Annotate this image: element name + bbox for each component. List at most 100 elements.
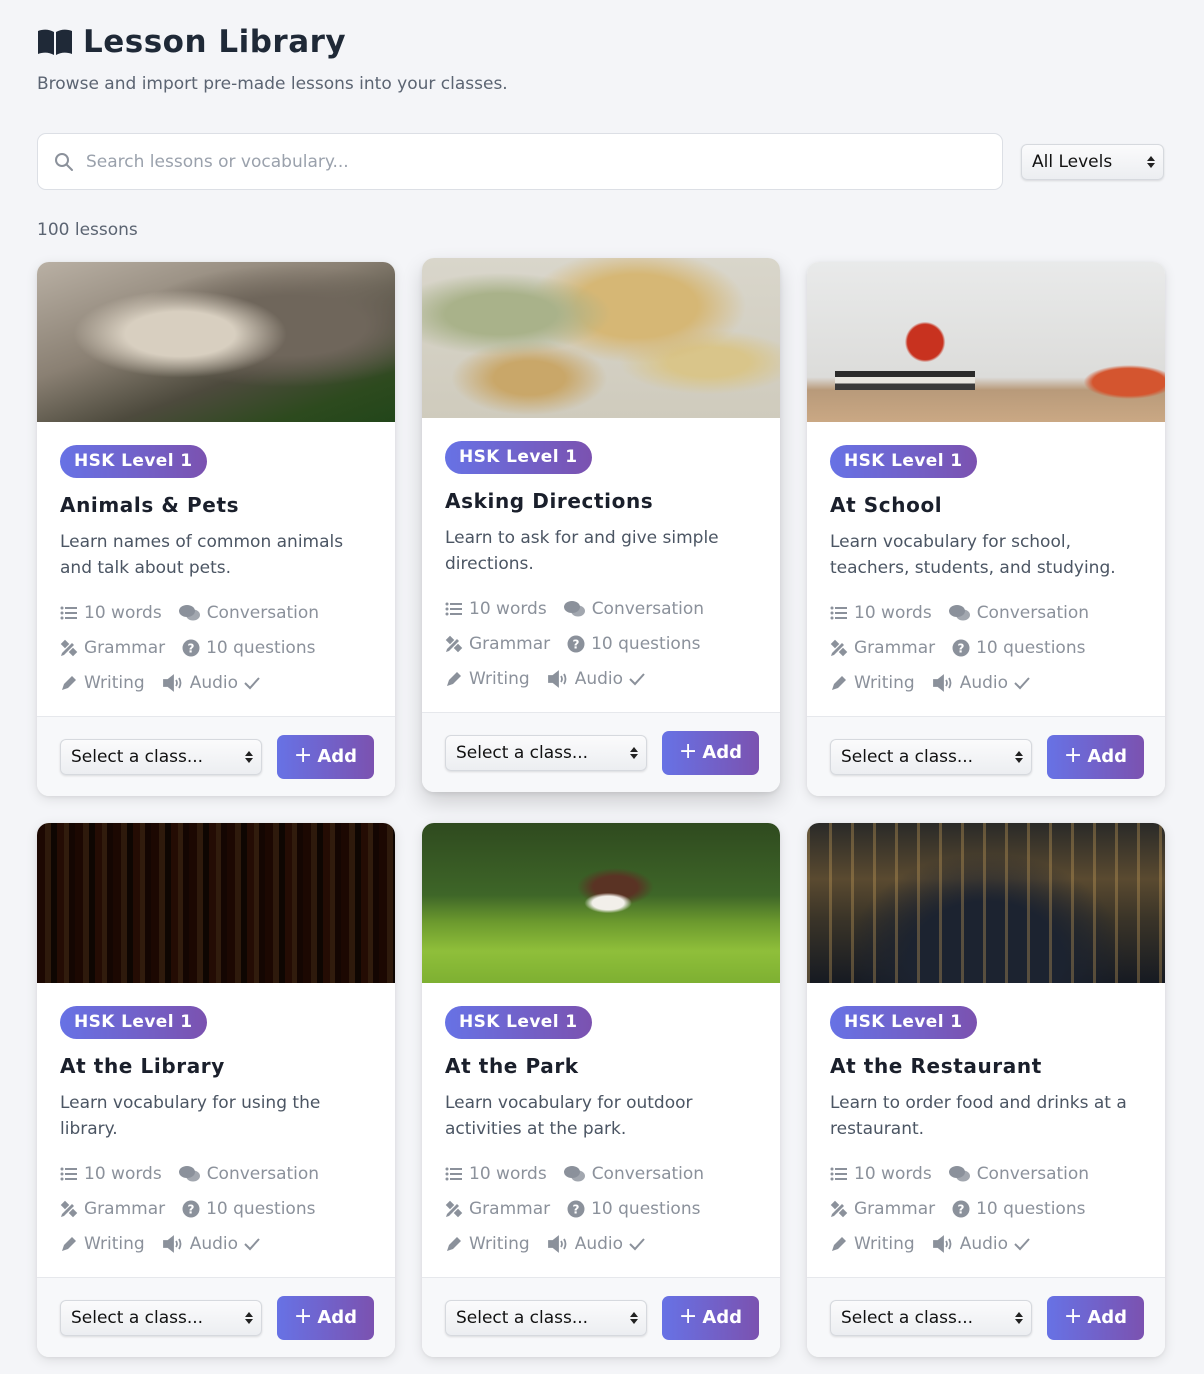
class-select[interactable]: Select a class... bbox=[830, 1299, 1032, 1336]
audio-feature: Audio bbox=[932, 1234, 1030, 1254]
audio-feature: Audio bbox=[932, 673, 1030, 693]
writing-feature: Writing bbox=[60, 1234, 145, 1254]
lesson-description: Learn to ask for and give simple directi… bbox=[445, 528, 719, 574]
pencil-ruler-icon bbox=[60, 1200, 78, 1218]
words-feature: 10 words bbox=[445, 1164, 547, 1184]
questions-feature: ? 10 questions bbox=[567, 634, 700, 654]
add-button[interactable]: + Add bbox=[1047, 734, 1144, 779]
words-feature: 10 words bbox=[60, 1164, 162, 1184]
lesson-features: 10 words Conversation Grammar ? 10 questi… bbox=[445, 597, 757, 691]
lesson-description: Learn vocabulary for using the library. bbox=[60, 1093, 321, 1139]
select-arrows-icon bbox=[245, 750, 253, 763]
questions-feature: ? 10 questions bbox=[182, 638, 315, 658]
lesson-title: At School bbox=[830, 493, 943, 517]
writing-feature: Writing bbox=[60, 673, 145, 693]
list-icon bbox=[60, 1167, 77, 1181]
writing-feature: Writing bbox=[445, 669, 530, 689]
class-select[interactable]: Select a class... bbox=[445, 734, 647, 771]
add-button[interactable]: + Add bbox=[662, 730, 759, 775]
lesson-description: Learn vocabulary for school, teachers, s… bbox=[830, 532, 1116, 578]
check-icon bbox=[244, 677, 260, 690]
writing-feature: Writing bbox=[830, 1234, 915, 1254]
pen-icon bbox=[832, 1237, 846, 1251]
select-arrows-icon bbox=[1147, 156, 1155, 168]
plus-icon: + bbox=[293, 742, 313, 768]
class-select[interactable]: Select a class... bbox=[445, 1299, 647, 1336]
chat-icon bbox=[563, 1166, 585, 1182]
lesson-thumbnail bbox=[422, 823, 780, 983]
chat-icon bbox=[948, 605, 970, 621]
select-arrows-icon bbox=[1015, 1311, 1023, 1324]
questions-feature: ? 10 questions bbox=[567, 1199, 700, 1219]
add-button[interactable]: + Add bbox=[1047, 1295, 1144, 1340]
level-badge: HSK Level 1 bbox=[60, 445, 207, 478]
level-badge: HSK Level 1 bbox=[830, 1006, 977, 1039]
words-feature: 10 words bbox=[830, 603, 932, 623]
conversation-feature: Conversation bbox=[178, 603, 319, 623]
pen-icon bbox=[62, 676, 76, 690]
grammar-feature: Grammar bbox=[60, 1199, 165, 1219]
add-button[interactable]: + Add bbox=[662, 1295, 759, 1340]
class-select[interactable]: Select a class... bbox=[60, 1299, 262, 1336]
check-icon bbox=[244, 1238, 260, 1251]
check-icon bbox=[1014, 677, 1030, 690]
audio-feature: Audio bbox=[547, 1234, 645, 1254]
add-button[interactable]: + Add bbox=[277, 1295, 374, 1340]
grammar-feature: Grammar bbox=[445, 634, 550, 654]
svg-text:?: ? bbox=[573, 638, 580, 652]
svg-text:?: ? bbox=[188, 642, 195, 656]
pen-icon bbox=[62, 1237, 76, 1251]
plus-icon: + bbox=[1063, 1303, 1083, 1329]
pencil-ruler-icon bbox=[445, 635, 463, 653]
lesson-title: At the Library bbox=[60, 1054, 225, 1078]
title-row: Lesson Library bbox=[37, 24, 508, 60]
lesson-card[interactable]: HSK Level 1 At the Library Learn vocabul… bbox=[37, 823, 395, 1357]
audio-feature: Audio bbox=[162, 673, 260, 693]
lesson-thumbnail bbox=[807, 262, 1165, 422]
class-select[interactable]: Select a class... bbox=[60, 738, 262, 775]
words-feature: 10 words bbox=[60, 603, 162, 623]
lesson-title: At the Park bbox=[445, 1054, 579, 1078]
list-icon bbox=[60, 606, 77, 620]
search-box[interactable] bbox=[37, 133, 1003, 190]
list-icon bbox=[445, 1167, 462, 1181]
list-icon bbox=[445, 602, 462, 616]
lesson-card[interactable]: HSK Level 1 Animals & Pets Learn names o… bbox=[37, 262, 395, 796]
plus-icon: + bbox=[293, 1303, 313, 1329]
add-button[interactable]: + Add bbox=[277, 734, 374, 779]
lesson-card[interactable]: HSK Level 1 Asking Directions Learn to a… bbox=[422, 258, 780, 792]
lesson-count: 100 lessons bbox=[37, 220, 138, 240]
audio-feature: Audio bbox=[547, 669, 645, 689]
page-header: Lesson Library Browse and import pre-mad… bbox=[37, 24, 508, 94]
grammar-feature: Grammar bbox=[830, 1199, 935, 1219]
card-footer: Select a class... + Add bbox=[807, 716, 1165, 796]
class-select[interactable]: Select a class... bbox=[830, 738, 1032, 775]
search-input[interactable] bbox=[86, 151, 966, 172]
lesson-features: 10 words Conversation Grammar ? 10 questi… bbox=[830, 1162, 1142, 1256]
conversation-feature: Conversation bbox=[178, 1164, 319, 1184]
lesson-features: 10 words Conversation Grammar ? 10 questi… bbox=[830, 601, 1142, 695]
questions-feature: ? 10 questions bbox=[182, 1199, 315, 1219]
svg-text:?: ? bbox=[188, 1203, 195, 1217]
lesson-card[interactable]: HSK Level 1 At the Park Learn vocabulary… bbox=[422, 823, 780, 1357]
speaker-icon bbox=[162, 674, 182, 692]
lesson-card[interactable]: HSK Level 1 At School Learn vocabulary f… bbox=[807, 262, 1165, 796]
card-footer: Select a class... + Add bbox=[807, 1277, 1165, 1357]
level-badge: HSK Level 1 bbox=[830, 445, 977, 478]
conversation-feature: Conversation bbox=[563, 1164, 704, 1184]
level-filter-select[interactable]: All Levels bbox=[1021, 144, 1164, 180]
question-circle-icon: ? bbox=[182, 639, 200, 657]
page-subtitle: Browse and import pre-made lessons into … bbox=[37, 74, 508, 94]
card-footer: Select a class... + Add bbox=[422, 712, 780, 792]
select-arrows-icon bbox=[630, 746, 638, 759]
chat-icon bbox=[948, 1166, 970, 1182]
page-title: Lesson Library bbox=[83, 24, 347, 60]
lesson-card[interactable]: HSK Level 1 At the Restaurant Learn to o… bbox=[807, 823, 1165, 1357]
select-arrows-icon bbox=[630, 1311, 638, 1324]
words-feature: 10 words bbox=[445, 599, 547, 619]
plus-icon: + bbox=[678, 1303, 698, 1329]
svg-text:?: ? bbox=[573, 1203, 580, 1217]
conversation-feature: Conversation bbox=[563, 599, 704, 619]
question-circle-icon: ? bbox=[567, 635, 585, 653]
list-icon bbox=[830, 1167, 847, 1181]
